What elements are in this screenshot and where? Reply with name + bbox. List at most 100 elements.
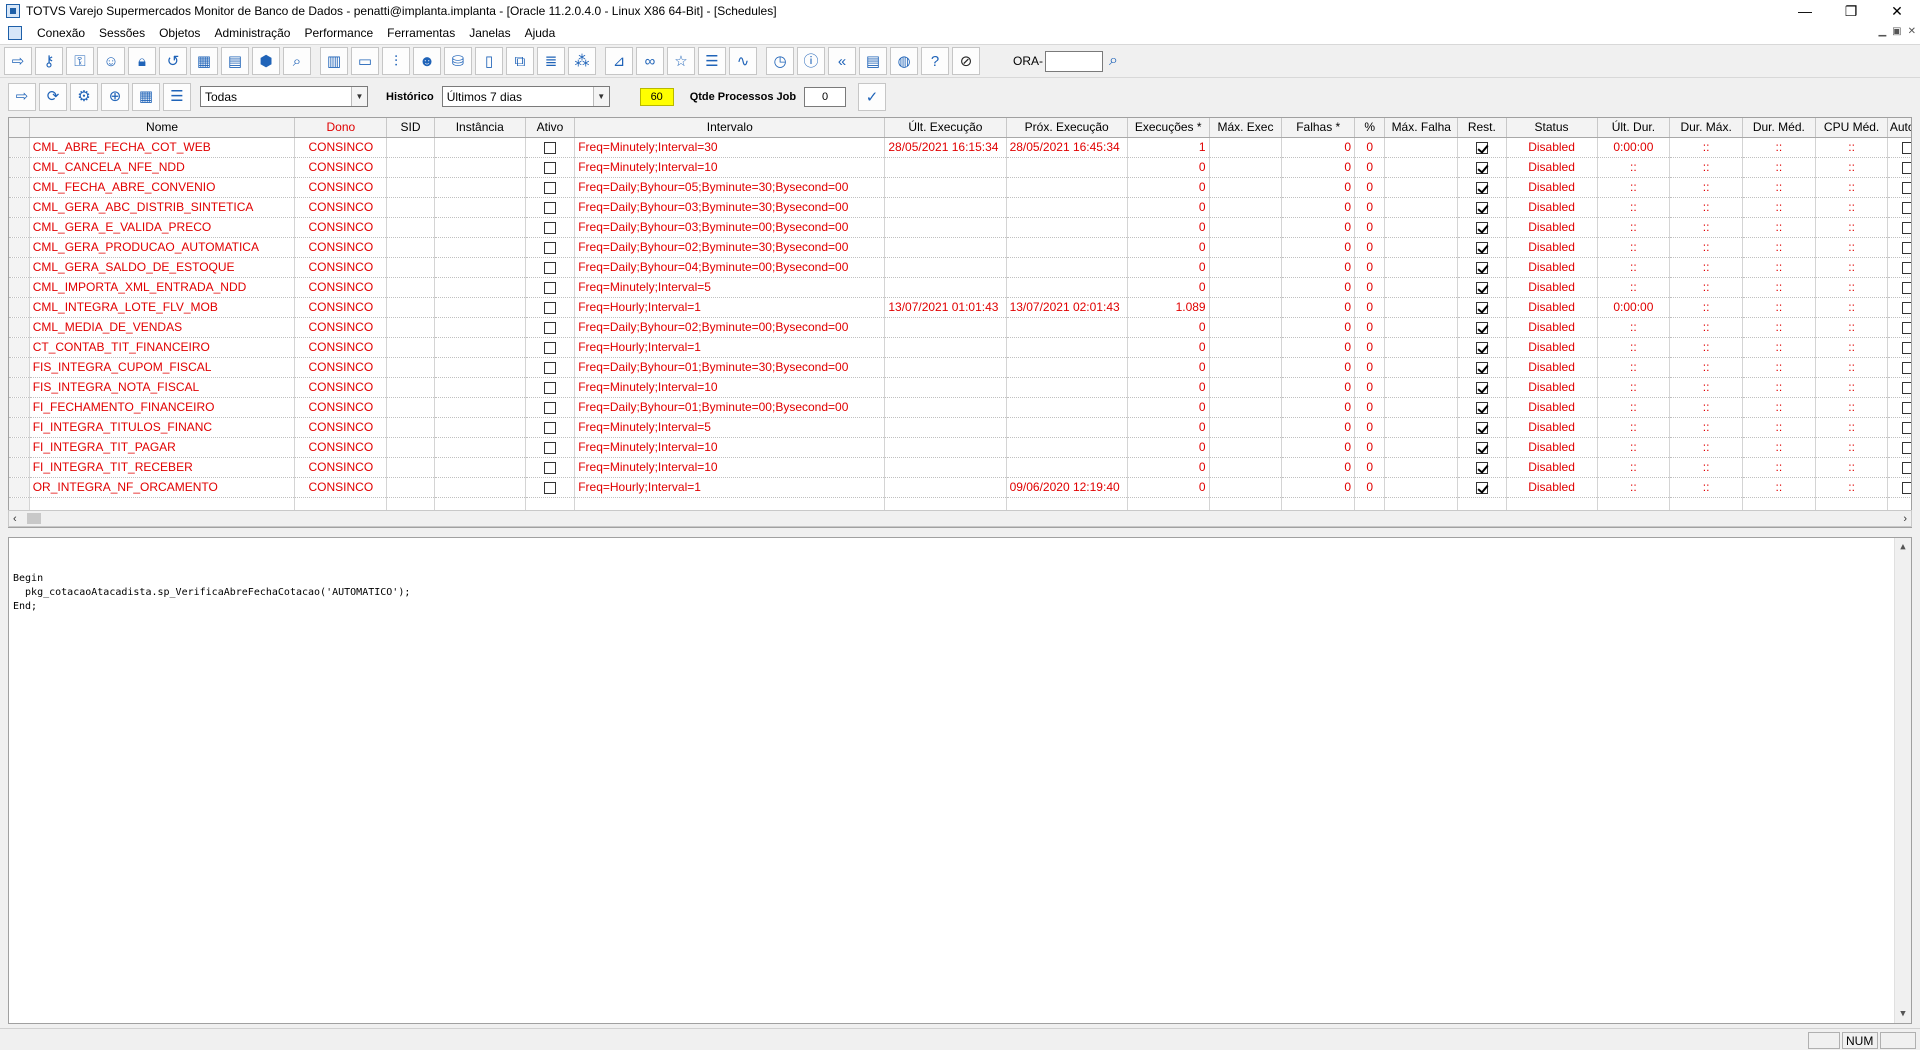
calendar-gear-icon[interactable]: ▤ (221, 47, 249, 75)
chevron-down-icon[interactable]: ▼ (592, 87, 609, 106)
restartable-checkbox[interactable] (1475, 281, 1488, 294)
scroll-up-icon[interactable]: ▲ (1900, 540, 1905, 554)
restartable-checkbox[interactable] (1475, 161, 1488, 174)
globe-icon[interactable]: ◍ (890, 47, 918, 75)
restartable-checkbox[interactable] (1475, 221, 1488, 234)
table-row[interactable]: FI_INTEGRA_TITULOS_FINANC CONSINCO Freq=Mi… (9, 417, 1911, 438)
col-percent[interactable]: % (1354, 118, 1386, 138)
auto-drop-checkbox[interactable] (1902, 321, 1911, 334)
col-auto-drop[interactable]: Auto D (1887, 118, 1911, 138)
col-instancia[interactable]: Instância (434, 118, 526, 138)
restartable-checkbox[interactable] (1475, 481, 1488, 494)
table-row[interactable]: CML_FECHA_ABRE_CONVENIO CONSINCO Freq=Dail… (9, 177, 1911, 198)
mdi-minimize-button[interactable]: ▁ (1878, 26, 1886, 37)
table-row[interactable]: FI_INTEGRA_TIT_RECEBER CONSINCO Freq=Minut… (9, 457, 1911, 478)
report-icon[interactable]: ▥ (320, 47, 348, 75)
auto-drop-checkbox[interactable] (1902, 221, 1911, 234)
auto-drop-checkbox[interactable] (1902, 281, 1911, 294)
table-row[interactable]: CML_GERA_ABC_DISTRIB_SINTETICA CONSINCO Fr… (9, 197, 1911, 218)
auto-drop-checkbox[interactable] (1902, 441, 1911, 454)
menu-ajuda[interactable]: Ajuda (518, 26, 563, 40)
table-row[interactable]: CML_GERA_SALDO_DE_ESTOQUE CONSINCO Freq=Da… (9, 257, 1911, 278)
auto-drop-checkbox[interactable] (1902, 401, 1911, 414)
restartable-checkbox[interactable] (1475, 441, 1488, 454)
restartable-checkbox[interactable] (1475, 181, 1488, 194)
auto-drop-checkbox[interactable] (1902, 261, 1911, 274)
scroll-right-icon[interactable]: › (1903, 513, 1907, 525)
auto-drop-checkbox[interactable] (1902, 201, 1911, 214)
col-cpu-med[interactable]: CPU Méd. (1815, 118, 1889, 138)
key-icon[interactable]: ⚷ (35, 47, 63, 75)
table-row[interactable]: FI_INTEGRA_TIT_PAGAR CONSINCO Freq=Minutel… (9, 437, 1911, 458)
col-dono[interactable]: Dono (294, 118, 388, 138)
footprints-icon[interactable]: ⁂ (568, 47, 596, 75)
auto-drop-checkbox[interactable] (1902, 241, 1911, 254)
col-ult-execucao[interactable]: Últ. Execução (884, 118, 1007, 138)
restartable-checkbox[interactable] (1475, 301, 1488, 314)
help-icon[interactable]: ? (921, 47, 949, 75)
restartable-checkbox[interactable] (1475, 421, 1488, 434)
zoom-icon[interactable]: ⊕ (101, 82, 129, 111)
calendar-icon[interactable]: ▦ (190, 47, 218, 75)
ativo-checkbox[interactable] (543, 461, 556, 474)
ativo-checkbox[interactable] (543, 381, 556, 394)
list-icon[interactable]: ☰ (163, 82, 191, 111)
ativo-checkbox[interactable] (543, 361, 556, 374)
apply-check-icon[interactable]: ✓ (858, 82, 887, 111)
auto-drop-checkbox[interactable] (1902, 141, 1911, 154)
restartable-checkbox[interactable] (1475, 241, 1488, 254)
ativo-checkbox[interactable] (543, 221, 556, 234)
restartable-checkbox[interactable] (1475, 361, 1488, 374)
pulse-icon[interactable]: ∿ (729, 47, 757, 75)
table-row[interactable]: CML_MEDIA_DE_VENDAS CONSINCO Freq=Daily;By… (9, 317, 1911, 338)
exit-icon[interactable]: ⇨ (8, 82, 36, 111)
ativo-checkbox[interactable] (543, 261, 556, 274)
mdi-close-button[interactable]: ✕ (1908, 26, 1916, 37)
close-button[interactable]: ✕ (1874, 0, 1920, 22)
storage-icon[interactable]: ▭ (351, 47, 379, 75)
list-icon[interactable]: ☰ (698, 47, 726, 75)
chevron-down-icon[interactable]: ▼ (351, 87, 367, 106)
search-icon[interactable]: ⌕ (283, 47, 311, 75)
rewind-icon[interactable]: « (828, 47, 856, 75)
star-icon[interactable]: ☆ (667, 47, 695, 75)
job-code-editor[interactable]: Begin pkg_cotacaoAtacadista.sp_VerificaA… (8, 537, 1912, 1024)
ativo-checkbox[interactable] (543, 241, 556, 254)
mdi-restore-button[interactable]: ▣ (1892, 26, 1901, 37)
table-row[interactable]: FI_FECHAMENTO_FINANCEIRO CONSINCO Freq=Dai… (9, 397, 1911, 418)
restartable-checkbox[interactable] (1475, 141, 1488, 154)
history-select[interactable]: Últimos 7 dias ▼ (441, 86, 610, 107)
col-sid[interactable]: SID (386, 118, 435, 138)
table-row[interactable]: CML_GERA_E_VALIDA_PRECO CONSINCO Freq=Dail… (9, 217, 1911, 238)
scroll-left-icon[interactable]: ‹ (13, 513, 17, 525)
col-intervalo[interactable]: Intervalo (574, 118, 886, 138)
ativo-checkbox[interactable] (543, 341, 556, 354)
calculator-icon[interactable]: ▤ (859, 47, 887, 75)
auto-drop-checkbox[interactable] (1902, 361, 1911, 374)
restore-button[interactable]: ❐ (1828, 0, 1874, 22)
restartable-checkbox[interactable] (1475, 261, 1488, 274)
col-nome[interactable]: Nome (29, 118, 296, 138)
scroll-down-icon[interactable]: ▼ (1900, 1007, 1905, 1021)
scroll-thumb[interactable] (27, 513, 41, 524)
horizontal-scrollbar[interactable]: ‹ › (8, 510, 1912, 527)
documents-icon[interactable]: ⧉ (506, 47, 534, 75)
table-row[interactable]: CML_IMPORTA_XML_ENTRADA_NDD CONSINCO Freq=… (9, 277, 1911, 298)
restartable-checkbox[interactable] (1475, 381, 1488, 394)
users-icon[interactable]: ☻ (413, 47, 441, 75)
col-ult-dur[interactable]: Últ. Dur. (1597, 118, 1671, 138)
ativo-checkbox[interactable] (543, 441, 556, 454)
chart-icon[interactable]: ⊿ (605, 47, 633, 75)
minimize-button[interactable]: — (1782, 0, 1828, 22)
menu-janelas[interactable]: Janelas (462, 26, 517, 40)
col-rest[interactable]: Rest. (1457, 118, 1507, 138)
col-max-falha[interactable]: Máx. Falha (1384, 118, 1459, 138)
col-max-exec[interactable]: Máx. Exec (1209, 118, 1283, 138)
auto-drop-checkbox[interactable] (1902, 181, 1911, 194)
owner-filter-select[interactable]: Todas ▼ (200, 86, 368, 107)
schedules-grid[interactable]: Nome Dono SID Instância Ativo Intervalo … (8, 117, 1912, 528)
table-row[interactable]: CML_GERA_PRODUCAO_AUTOMATICA CONSINCO Freq… (9, 237, 1911, 258)
mdi-system-icon[interactable] (8, 26, 22, 40)
menu-sessoes[interactable]: Sessões (92, 26, 152, 40)
sliders-icon[interactable]: ⫶ (382, 47, 410, 75)
